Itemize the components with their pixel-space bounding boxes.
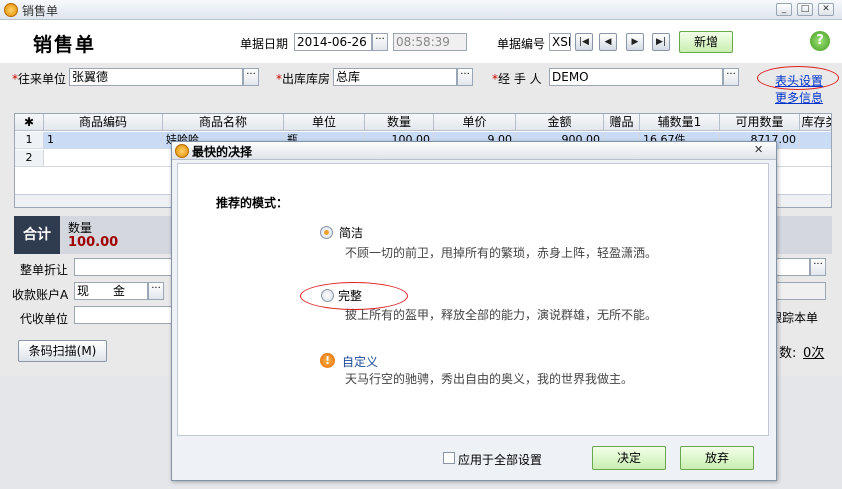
times-label: 数: bbox=[779, 346, 797, 361]
option-simple-label[interactable]: 简洁 bbox=[339, 224, 363, 241]
col-price[interactable]: 单价 bbox=[434, 114, 516, 131]
confirm-button[interactable]: 决定 bbox=[592, 446, 666, 470]
warehouse-field[interactable]: 总库 bbox=[333, 68, 457, 86]
col-unit[interactable]: 单位 bbox=[284, 114, 365, 131]
window-title-bar: 销售单 _ □ ✕ bbox=[0, 0, 842, 20]
summary-label: 合计 bbox=[14, 216, 60, 254]
right-picker-button[interactable]: ··· bbox=[810, 258, 826, 276]
account-label: 收款账户A bbox=[12, 288, 69, 302]
restore-button[interactable]: □ bbox=[797, 3, 813, 16]
dialog-title-bar: 最快的决择 ✕ bbox=[172, 142, 776, 160]
date-label: 单据日期 bbox=[240, 37, 289, 51]
number-field[interactable]: XSD bbox=[549, 33, 571, 51]
col-amount[interactable]: 金额 bbox=[516, 114, 604, 131]
warehouse-label: *出库库房 bbox=[276, 72, 331, 86]
close-button[interactable]: ✕ bbox=[818, 3, 834, 16]
col-qty[interactable]: 数量 bbox=[365, 114, 434, 131]
row-number: 2 bbox=[15, 150, 44, 167]
col-gift[interactable]: 赠品 bbox=[604, 114, 640, 131]
minimize-button[interactable]: _ bbox=[776, 3, 792, 16]
handler-field[interactable]: DEMO bbox=[549, 68, 723, 86]
row-number: 1 bbox=[15, 132, 44, 149]
dialog-close-button[interactable]: ✕ bbox=[754, 143, 763, 156]
handler-label: *经 手 人 bbox=[492, 72, 542, 86]
dialog-app-icon bbox=[175, 144, 189, 158]
customer-field[interactable]: 张翼德 bbox=[69, 68, 243, 86]
doc-title: 销售单 bbox=[33, 34, 97, 56]
cell-code[interactable]: 1 bbox=[44, 132, 163, 149]
radio-full[interactable] bbox=[321, 289, 334, 302]
barcode-scan-button[interactable]: 条码扫描(M) bbox=[18, 340, 107, 362]
help-icon[interactable]: ? bbox=[810, 31, 830, 51]
date-picker-button[interactable]: ··· bbox=[372, 33, 388, 51]
col-available[interactable]: 可用数量 bbox=[720, 114, 800, 131]
number-label: 单据编号 bbox=[497, 37, 546, 51]
new-button[interactable]: 新增 bbox=[679, 31, 733, 53]
radio-simple[interactable] bbox=[320, 226, 333, 239]
account-picker-button[interactable]: ··· bbox=[148, 282, 164, 300]
more-info-link[interactable]: 更多信息 bbox=[775, 89, 823, 106]
summary-qty-label: 数量 bbox=[68, 221, 93, 235]
customer-label: *往来单位 bbox=[12, 72, 67, 86]
time-field[interactable]: 08:58:39 bbox=[393, 33, 467, 51]
cancel-button[interactable]: 放弃 bbox=[680, 446, 754, 470]
date-field[interactable]: 2014-06-26 bbox=[294, 33, 372, 51]
header-settings-link[interactable]: 表头设置 bbox=[775, 72, 823, 89]
col-aux-qty[interactable]: 辅数量1 bbox=[640, 114, 720, 131]
col-stock-type[interactable]: 库存类 bbox=[800, 114, 831, 131]
apply-all-checkbox[interactable] bbox=[443, 452, 455, 464]
dialog-title: 最快的决择 bbox=[192, 145, 253, 159]
agent-field[interactable] bbox=[74, 306, 174, 324]
summary-qty-value: 100.00 bbox=[68, 235, 119, 250]
first-record-button[interactable]: |◀ bbox=[575, 33, 593, 51]
prev-record-button[interactable]: ◀ bbox=[599, 33, 617, 51]
col-name[interactable]: 商品名称 bbox=[163, 114, 284, 131]
option-simple-desc: 不顾一切的前卫，甩掉所有的繁琐，赤身上阵，轻盈潇洒。 bbox=[345, 246, 658, 260]
track-order-label[interactable]: 跟踪本单 bbox=[770, 309, 818, 326]
times-value: 0次 bbox=[803, 346, 825, 361]
agent-label: 代收单位 bbox=[20, 312, 69, 326]
warehouse-picker-button[interactable]: ··· bbox=[457, 68, 473, 86]
account-field[interactable]: 现 金 bbox=[74, 282, 148, 300]
last-record-button[interactable]: ▶| bbox=[652, 33, 670, 51]
cell-stock-type[interactable] bbox=[800, 132, 831, 149]
option-custom-desc: 天马行空的驰骋，秀出自由的奥义，我的世界我做主。 bbox=[345, 372, 634, 386]
discount-field[interactable] bbox=[74, 258, 174, 276]
app-icon bbox=[4, 3, 18, 17]
option-custom-label[interactable]: 自定义 bbox=[342, 353, 378, 370]
grid-corner: ✱ bbox=[15, 114, 44, 131]
window-title: 销售单 bbox=[22, 4, 59, 18]
customer-picker-button[interactable]: ··· bbox=[243, 68, 259, 86]
option-full-label[interactable]: 完整 bbox=[338, 287, 362, 304]
handler-picker-button[interactable]: ··· bbox=[723, 68, 739, 86]
next-record-button[interactable]: ▶ bbox=[626, 33, 644, 51]
discount-label: 整单折让 bbox=[20, 263, 69, 277]
custom-warning-icon[interactable]: ! bbox=[320, 353, 335, 368]
dialog-prompt: 推荐的模式： bbox=[216, 196, 289, 210]
option-full-desc: 披上所有的盔甲，释放全部的能力，演说群雄，无所不能。 bbox=[345, 308, 658, 322]
col-code[interactable]: 商品编码 bbox=[44, 114, 163, 131]
apply-all-label[interactable]: 应用于全部设置 bbox=[458, 451, 542, 468]
